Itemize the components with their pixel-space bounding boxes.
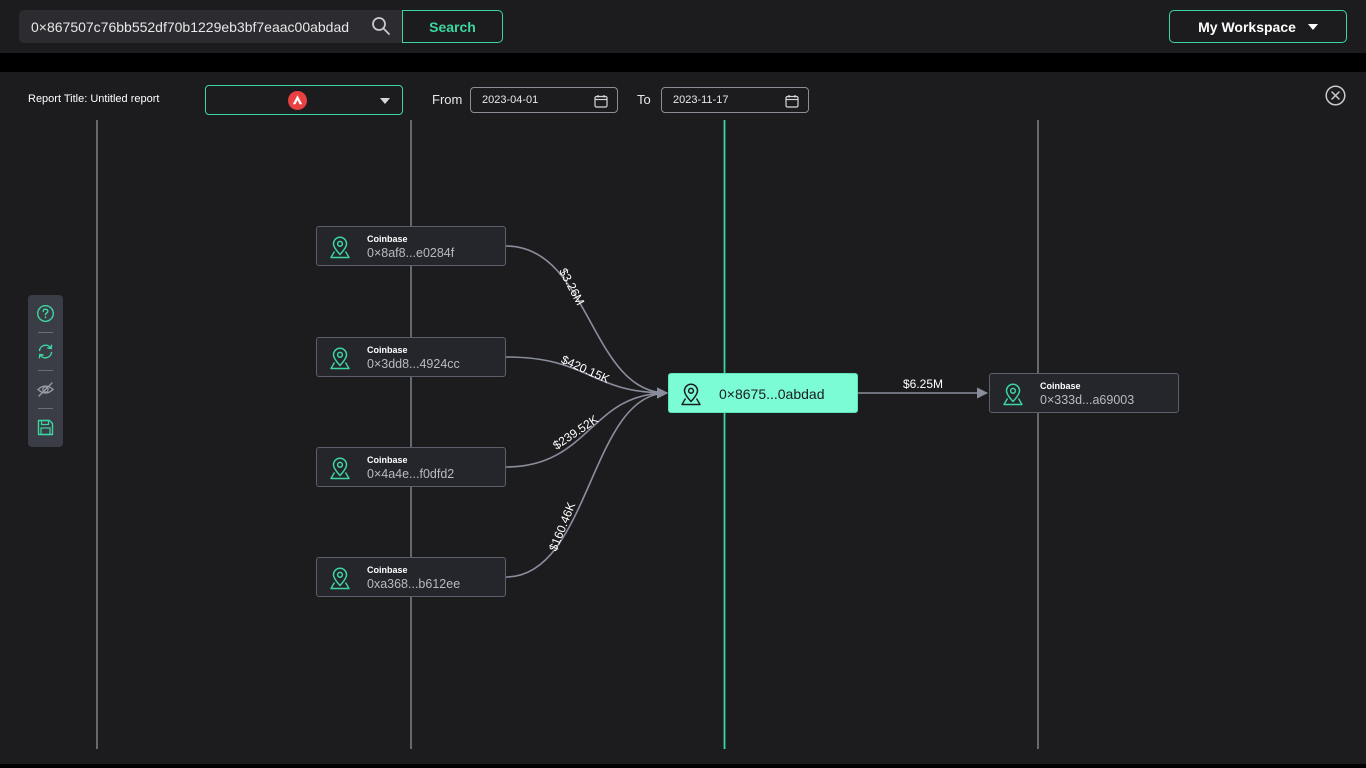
from-date-input[interactable]: 2023-04-01 (470, 87, 618, 113)
chevron-down-icon (380, 98, 390, 104)
flow-amount-label: $420.15K (559, 352, 612, 386)
to-date-value: 2023-11-17 (673, 94, 729, 106)
save-icon[interactable] (36, 418, 55, 437)
node-address: 0×3dd8...4924cc (367, 357, 460, 371)
node-owner-label: Coinbase (367, 565, 408, 575)
calendar-icon (594, 95, 608, 108)
node-owner-label: Coinbase (1040, 381, 1081, 391)
close-icon[interactable] (1325, 85, 1346, 106)
toolbar-divider (38, 408, 53, 409)
node-owner-label: Coinbase (367, 234, 408, 244)
search-button[interactable]: Search (402, 10, 503, 43)
flow-amount-label: $6.25M (903, 377, 943, 391)
flow-graph: $3.26M $420.15K $239.52K $160.46K $6.25M (96, 120, 1039, 749)
location-pin-icon (330, 347, 350, 370)
node-owner-label: Coinbase (367, 455, 408, 465)
source-node[interactable]: Coinbase 0xa368...b612ee (316, 557, 506, 597)
flow-amount-label: $3.26M (556, 266, 587, 308)
flow-amount-label: $239.52K (550, 412, 600, 452)
node-owner-label: Coinbase (367, 345, 408, 355)
to-date-input[interactable]: 2023-11-17 (661, 87, 809, 113)
location-pin-icon (330, 236, 350, 259)
node-address: 0×333d...a69003 (1040, 393, 1135, 407)
destination-node[interactable]: Coinbase 0×333d...a69003 (989, 373, 1179, 413)
location-pin-icon (681, 383, 701, 406)
location-pin-icon (330, 457, 350, 480)
chevron-down-icon (1307, 23, 1318, 30)
workspace-label: My Workspace (1198, 18, 1296, 35)
from-label: From (432, 92, 463, 107)
refresh-icon[interactable] (36, 342, 55, 361)
toolbar-divider (38, 370, 53, 371)
help-icon[interactable] (36, 304, 55, 323)
center-node-address: 0×8675...0abdad (719, 386, 825, 402)
node-address: 0×4a4e...f0dfd2 (367, 467, 455, 481)
source-node[interactable]: Coinbase 0×3dd8...4924cc (316, 337, 506, 377)
to-label: To (637, 92, 651, 107)
workspace-dropdown[interactable]: My Workspace (1169, 10, 1347, 43)
avalanche-icon (288, 91, 307, 110)
location-pin-icon (330, 567, 350, 590)
search-icon[interactable] (371, 16, 391, 36)
calendar-icon (785, 95, 799, 108)
report-title: Report Title: Untitled report (28, 93, 160, 105)
center-node[interactable]: 0×8675...0abdad (668, 373, 858, 413)
graph-toolbar (28, 295, 63, 447)
toolbar-divider (38, 332, 53, 333)
source-node[interactable]: Coinbase 0×8af8...e0284f (316, 226, 506, 266)
source-node[interactable]: Coinbase 0×4a4e...f0dfd2 (316, 447, 506, 487)
flow-amount-label: $160.46K (546, 500, 578, 553)
top-bar: Search My Workspace (0, 0, 1366, 53)
address-search-input[interactable] (19, 10, 403, 43)
node-address: 0xa368...b612ee (367, 577, 461, 591)
node-address: 0×8af8...e0284f (367, 246, 455, 260)
from-date-value: 2023-04-01 (482, 94, 539, 106)
hide-icon[interactable] (36, 380, 55, 399)
location-pin-icon (1003, 383, 1023, 406)
report-panel: $3.26M $420.15K $239.52K $160.46K $6.25M Rep… (0, 72, 1366, 764)
chain-select[interactable] (205, 85, 403, 115)
